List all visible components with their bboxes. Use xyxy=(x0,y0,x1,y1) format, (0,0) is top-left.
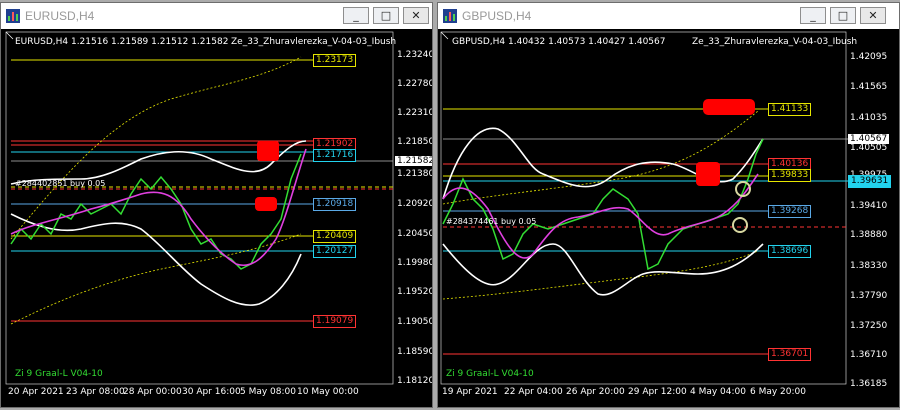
price-axis-label: 1.22780 xyxy=(397,79,433,89)
price-axis-label: 1.42095 xyxy=(850,52,888,62)
price-axis-label: 1.22310 xyxy=(397,108,433,118)
current-price-tag: 1.40567 xyxy=(848,134,890,144)
price-axis-label: 1.19520 xyxy=(397,287,433,297)
level-tag: 1.20918 xyxy=(313,198,357,211)
window-titlebar[interactable]: EURUSD,H4 _ □ ✕ xyxy=(1,3,432,30)
chart-window-gbpusd[interactable]: GBPUSD,H4 _ □ ✕ GBPUSD,H4 1.40432 1.4057… xyxy=(437,2,900,408)
indicator-name: Ze_33_Zhuravlerezka_V-04-03_Ibush xyxy=(231,37,397,47)
price-axis-label: 1.41565 xyxy=(850,82,888,92)
level-tag: 1.39833 xyxy=(768,169,812,182)
time-axis-label: 10 May 00:00 xyxy=(297,387,359,397)
minimize-button[interactable]: _ xyxy=(343,7,369,24)
time-axis-label: 6 May 20:00 xyxy=(750,387,806,397)
price-axis-label: 1.21380 xyxy=(397,169,433,179)
price-axis-label: 1.38880 xyxy=(850,230,888,240)
window-title: GBPUSD,H4 xyxy=(462,9,532,23)
symbol-info: GBPUSD,H4 1.40432 1.40573 1.40427 1.4056… xyxy=(452,37,666,47)
price-axis-label: 1.38330 xyxy=(850,261,888,271)
time-axis-label: 23 Apr 08:00 xyxy=(66,387,125,397)
chart-plot-area[interactable]: GBPUSD,H4 1.40432 1.40573 1.40427 1.4056… xyxy=(438,29,899,407)
signal-marker xyxy=(255,197,277,211)
time-axis-label: 20 Apr 2021 xyxy=(8,387,64,397)
band-lower xyxy=(442,243,764,296)
price-axis-label: 1.20450 xyxy=(397,229,433,239)
signal-marker xyxy=(696,162,720,186)
level-tag: 1.41133 xyxy=(768,103,812,116)
time-axis-label: 29 Apr 12:00 xyxy=(628,387,687,397)
time-axis-label: 26 Apr 20:00 xyxy=(566,387,625,397)
time-axis-label: 5 May 08:00 xyxy=(240,387,296,397)
level-tag: 1.19079 xyxy=(313,315,357,328)
time-axis-label: 22 Apr 04:00 xyxy=(504,387,563,397)
minimize-button[interactable]: _ xyxy=(800,7,826,24)
price-axis-label: 1.36185 xyxy=(850,379,888,389)
price-line xyxy=(442,138,764,271)
price-axis-label: 1.18120 xyxy=(397,376,433,386)
envelope-lower xyxy=(10,233,302,325)
level-tag: 1.38696 xyxy=(768,245,812,258)
window-titlebar[interactable]: GBPUSD,H4 _ □ ✕ xyxy=(438,3,899,30)
order-label: #284402851 buy 0.05 xyxy=(15,179,106,188)
signal-indicator-name: Zi 9 Graal-L V04-10 xyxy=(446,369,534,379)
envelope-lower xyxy=(442,250,759,300)
price-axis-label: 1.41035 xyxy=(850,113,888,123)
time-axis-label: 19 Apr 2021 xyxy=(442,387,498,397)
price-axis-label: 1.21850 xyxy=(397,137,433,147)
price-axis-label: 1.37250 xyxy=(850,321,888,331)
entry-marker xyxy=(732,217,748,233)
price-axis-label: 1.20920 xyxy=(397,199,433,209)
level-tag: 1.39631 xyxy=(848,175,892,188)
price-axis-label: 1.39410 xyxy=(850,201,888,211)
maximize-button[interactable]: □ xyxy=(830,7,856,24)
envelope-upper xyxy=(442,110,759,205)
price-axis-label: 1.23240 xyxy=(397,50,433,60)
price-axis-label: 1.40505 xyxy=(850,143,888,153)
level-tag: 1.23173 xyxy=(313,54,357,67)
level-tag: 1.39268 xyxy=(768,205,812,218)
price-axis-label: 1.37790 xyxy=(850,291,888,301)
chart-plot-area[interactable]: EURUSD,H4 1.21516 1.21589 1.21512 1.2158… xyxy=(1,29,432,407)
maximize-button[interactable]: □ xyxy=(373,7,399,24)
level-tag: 1.20409 xyxy=(313,230,357,243)
chart-window-eurusd[interactable]: EURUSD,H4 _ □ ✕ EURUSD,H4 1.21516 1.2158… xyxy=(0,2,433,408)
time-axis-label: 30 Apr 16:00 xyxy=(182,387,241,397)
chart-app-icon xyxy=(443,9,457,23)
indicator-name: Ze_33_Zhuravlerezka_V-04-03_Ibush xyxy=(692,37,858,47)
price-axis-label: 1.18590 xyxy=(397,347,433,357)
level-tag: 1.36701 xyxy=(768,348,812,361)
price-axis-label: 1.19050 xyxy=(397,317,433,327)
price-axis-label: 1.19980 xyxy=(397,258,433,268)
order-label: #284374461 buy 0.05 xyxy=(446,217,537,226)
window-title: EURUSD,H4 xyxy=(25,9,95,23)
close-button[interactable]: ✕ xyxy=(860,7,886,24)
chart-app-icon xyxy=(6,9,20,23)
level-tag: 1.21716 xyxy=(313,149,357,162)
level-tag: 1.20127 xyxy=(313,245,357,258)
time-axis-label: 28 Apr 00:00 xyxy=(123,387,182,397)
price-axis-label: 1.36710 xyxy=(850,350,888,360)
signal-indicator-name: Zi 9 Graal-L V04-10 xyxy=(15,369,103,379)
signal-marker xyxy=(257,141,279,161)
signal-marker xyxy=(703,99,755,115)
symbol-info: EURUSD,H4 1.21516 1.21589 1.21512 1.2158… xyxy=(15,37,229,47)
current-price-tag: 1.21582 xyxy=(395,156,432,166)
time-axis-label: 4 May 04:00 xyxy=(690,387,746,397)
price-chart[interactable] xyxy=(1,29,433,408)
moving-average xyxy=(442,173,759,259)
close-button[interactable]: ✕ xyxy=(403,7,429,24)
